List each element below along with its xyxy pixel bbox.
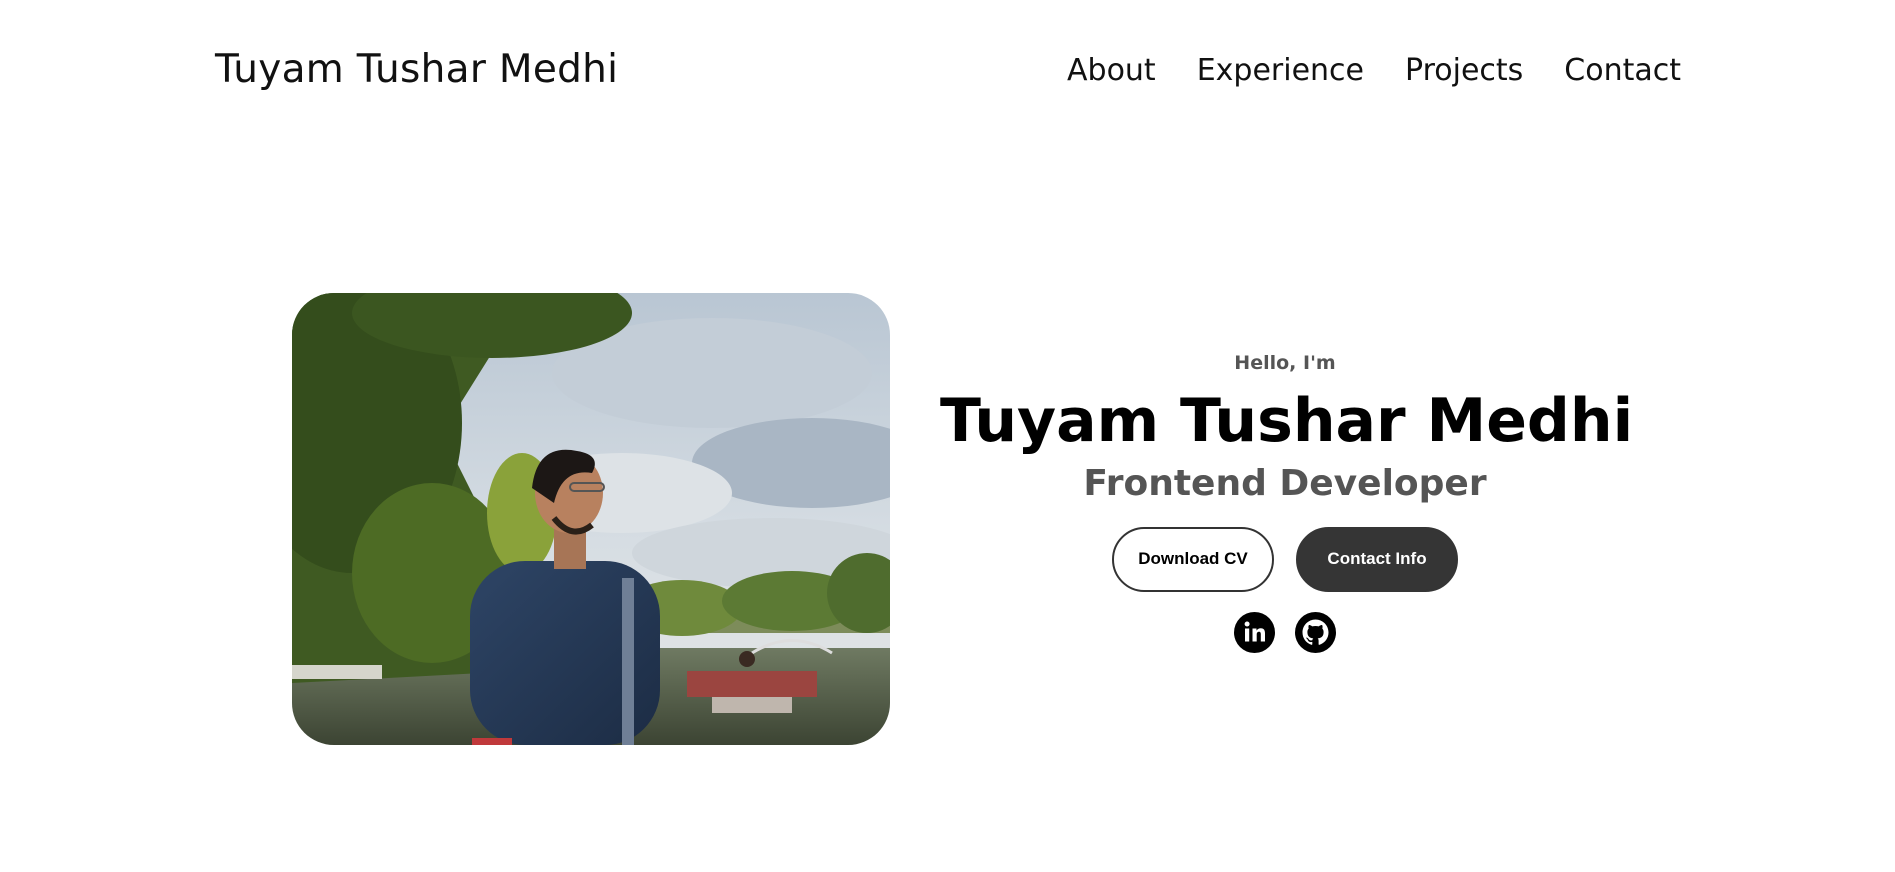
top-nav: Tuyam Tushar Medhi About Experience Proj… <box>0 0 1895 150</box>
nav-item-experience: Experience <box>1197 53 1364 89</box>
contact-info-button[interactable]: Contact Info <box>1296 526 1458 592</box>
nav-link-about[interactable]: About <box>1067 53 1156 88</box>
profile-photo <box>292 293 890 745</box>
hero-intro: Hello, I'm Tuyam Tushar Medhi Frontend D… <box>940 352 1634 653</box>
nav-item-projects: Projects <box>1405 53 1523 89</box>
social-links <box>940 611 1630 653</box>
nav-links: About Experience Projects Contact <box>1067 53 1681 89</box>
site-logo[interactable]: Tuyam Tushar Medhi <box>215 47 618 93</box>
nav-link-projects[interactable]: Projects <box>1405 53 1523 88</box>
hero-job-title: Frontend Developer <box>1083 462 1487 504</box>
nav-link-contact[interactable]: Contact <box>1564 53 1681 88</box>
nav-link-experience[interactable]: Experience <box>1197 53 1364 88</box>
github-icon[interactable] <box>1295 611 1336 653</box>
download-cv-button[interactable]: Download CV <box>1112 526 1274 592</box>
greeting-text: Hello, I'm <box>1234 352 1336 374</box>
hero-buttons: Download CV Contact Info <box>940 526 1630 592</box>
linkedin-icon[interactable] <box>1234 611 1275 653</box>
nav-item-contact: Contact <box>1564 53 1681 89</box>
nav-item-about: About <box>1067 53 1156 89</box>
hero-name: Tuyam Tushar Medhi <box>940 385 1634 456</box>
